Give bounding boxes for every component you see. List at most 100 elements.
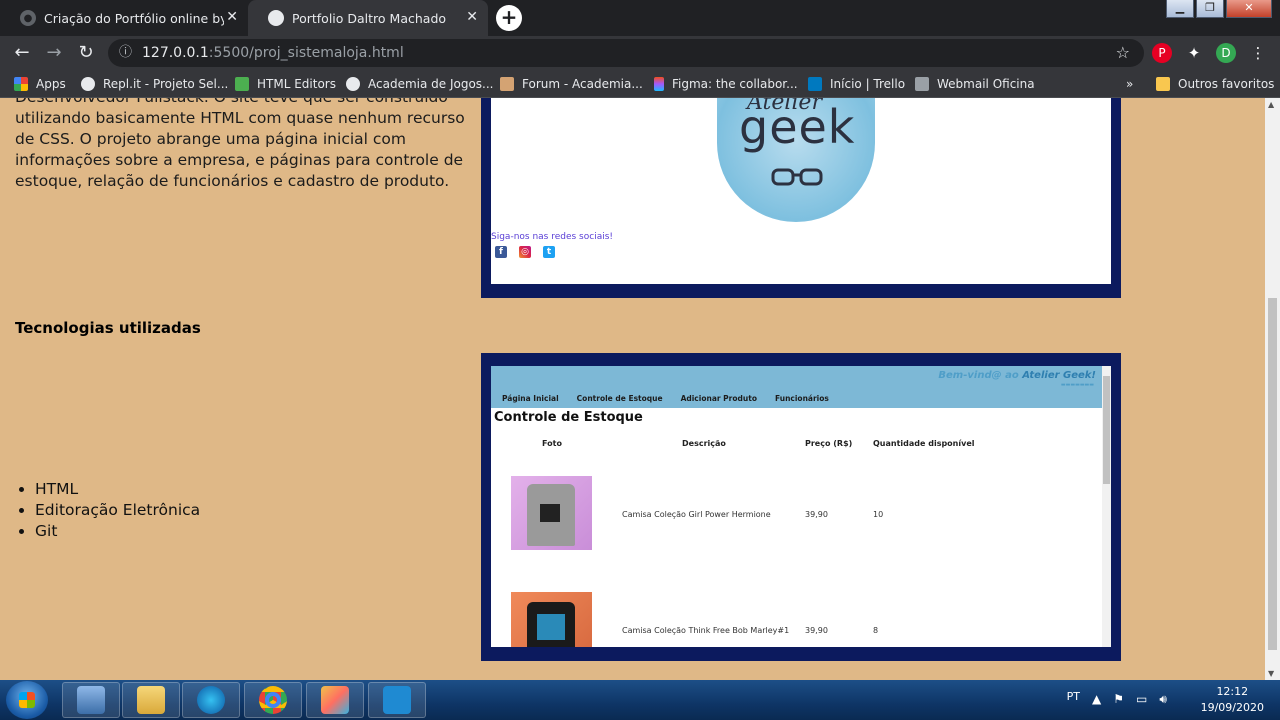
tab-portfolio[interactable]: Portfolio Daltro Machado ✕: [248, 0, 488, 36]
pinterest-icon[interactable]: P: [1152, 43, 1172, 63]
list-item: Editoração Eletrônica: [35, 500, 200, 521]
volume-icon[interactable]: 🔊︎: [1159, 692, 1167, 707]
network-icon[interactable]: ▭: [1136, 692, 1147, 707]
scroll-up-icon[interactable]: ▲: [1268, 100, 1274, 109]
info-icon[interactable]: ⓘ: [119, 39, 132, 67]
window-controls: ▁ ❐ ✕: [1164, 0, 1272, 18]
welcome-brand: Atelier Geek!: [1022, 370, 1096, 381]
nav-link[interactable]: Controle de Estoque: [577, 394, 663, 403]
preview-stock-frame: Bem-vind@ ao Atelier Geek! ▬▬▬▬▬▬▬ Págin…: [481, 353, 1121, 661]
table-header: Foto: [542, 439, 562, 448]
bookmarks-bar: Apps Repl.it - Projeto Sel... HTML Edito…: [0, 70, 1280, 98]
logo-text-main: geek: [739, 100, 856, 154]
url-host: 127.0.0.1: [142, 45, 209, 61]
app-icon: [321, 686, 349, 714]
new-tab-button[interactable]: +: [496, 5, 522, 31]
table-cell: Camisa Coleção Think Free Bob Marley#1: [622, 626, 790, 635]
nav-link[interactable]: Adicionar Produto: [681, 394, 757, 403]
globe-icon: [268, 10, 284, 26]
taskbar-app-remote[interactable]: [62, 682, 120, 718]
windows-logo-icon: [19, 692, 35, 708]
start-button[interactable]: [6, 681, 48, 719]
reload-button[interactable]: ↻: [74, 41, 98, 65]
bookmark-apps[interactable]: Apps: [14, 75, 66, 93]
stock-heading: Controle de Estoque: [494, 410, 643, 425]
nav-link[interactable]: Página Inicial: [502, 394, 559, 403]
minimize-button[interactable]: ▁: [1166, 0, 1194, 18]
tray-icons: ▲ ⚑ ▭ 🔊︎: [1092, 692, 1167, 707]
taskbar-app-chrome[interactable]: [244, 682, 302, 718]
taskbar-app-vscode[interactable]: [368, 682, 426, 718]
tech-list: HTML Editoração Eletrônica Git: [35, 479, 200, 542]
tab-github[interactable]: ● Criação do Portfólio online by da ✕: [0, 0, 248, 36]
maximize-button[interactable]: ❐: [1196, 0, 1224, 18]
taskbar-app-explorer[interactable]: [122, 682, 180, 718]
bookmark-webmail[interactable]: Webmail Oficina: [915, 75, 1035, 93]
profile-avatar[interactable]: D: [1216, 43, 1236, 63]
clock-time: 12:12: [1216, 685, 1249, 698]
tab-strip: ● Criação do Portfólio online by da ✕ Po…: [0, 0, 1280, 36]
table-cell: 10: [873, 510, 884, 519]
product-photo: [511, 476, 592, 550]
preview-home-frame: Atelier geek Siga-nos nas redes sociais!…: [481, 98, 1121, 298]
edge-icon: [197, 686, 225, 714]
welcome-text: Bem-vind@ ao Atelier Geek!: [938, 370, 1096, 381]
table-header: Quantidade disponível: [873, 439, 975, 448]
show-hidden-icons[interactable]: ▲: [1092, 692, 1101, 707]
windows-taskbar: PT ▲ ⚑ ▭ 🔊︎ 12:12 19/09/2020: [0, 680, 1280, 720]
forum-icon: [500, 77, 514, 91]
close-tab-icon[interactable]: ✕: [466, 9, 478, 25]
site-header: Bem-vind@ ao Atelier Geek! ▬▬▬▬▬▬▬ Págin…: [491, 366, 1102, 408]
table-header: Preço (R$): [805, 439, 853, 448]
menu-icon[interactable]: ⋮: [1248, 43, 1268, 63]
facebook-icon[interactable]: f: [495, 246, 507, 258]
language-indicator[interactable]: PT: [1067, 690, 1080, 703]
clock[interactable]: 12:12 19/09/2020: [1201, 684, 1264, 716]
bookmark-replit[interactable]: Repl.it - Projeto Sel...: [81, 75, 228, 93]
vscode-icon: [383, 686, 411, 714]
page-scrollbar[interactable]: ▲ ▼: [1265, 98, 1280, 680]
folder-icon: [137, 686, 165, 714]
url-path: :5500/proj_sistemaloja.html: [208, 45, 404, 61]
tab-title: Portfolio Daltro Machado: [292, 10, 447, 26]
taskbar-app-gitkraken[interactable]: [306, 682, 364, 718]
more-bookmarks-icon[interactable]: »: [1126, 75, 1133, 93]
table-cell: 39,90: [805, 626, 828, 635]
extensions-icon[interactable]: ✦: [1184, 43, 1204, 63]
bookmark-label: HTML Editors: [257, 77, 336, 91]
product-photo: [511, 592, 592, 647]
preview-scrollbar[interactable]: [1102, 366, 1111, 647]
bookmark-star-icon[interactable]: ☆: [1116, 39, 1130, 67]
address-bar[interactable]: ⓘ 127.0.0.1:5500/proj_sistemaloja.html ☆: [108, 39, 1144, 67]
table-cell: Camisa Coleção Girl Power Hermione: [622, 510, 771, 519]
back-button[interactable]: ←: [10, 41, 34, 65]
folder-icon: [1156, 77, 1170, 91]
figma-icon: [654, 77, 664, 91]
close-tab-icon[interactable]: ✕: [226, 9, 238, 25]
taskbar-app-edge[interactable]: [182, 682, 240, 718]
browser-toolbar: ← → ↻ ⓘ 127.0.0.1:5500/proj_sistemaloja.…: [0, 36, 1280, 70]
bookmark-figma[interactable]: Figma: the collabor...: [654, 75, 798, 93]
bookmark-trello[interactable]: Início | Trello: [808, 75, 905, 93]
apps-grid-icon: [14, 77, 28, 91]
forward-button[interactable]: →: [42, 41, 66, 65]
glasses-icon: [771, 168, 823, 186]
nav-link[interactable]: Funcionários: [775, 394, 829, 403]
bookmark-academia[interactable]: Academia de Jogos...: [346, 75, 494, 93]
project-description: Desenvolvedor Fullstack. O site teve que…: [15, 98, 465, 190]
bookmark-html-editors[interactable]: HTML Editors: [235, 75, 336, 93]
scroll-down-icon[interactable]: ▼: [1268, 669, 1274, 678]
tab-title: Criação do Portfólio online by da: [44, 10, 224, 26]
page-content: Desenvolvedor Fullstack. O site teve que…: [0, 98, 1265, 680]
close-window-button[interactable]: ✕: [1226, 0, 1272, 18]
computer-icon: [77, 686, 105, 714]
atelier-geek-logo: Atelier geek: [717, 98, 875, 222]
site-nav: Página Inicial Controle de Estoque Adici…: [502, 394, 847, 403]
scroll-thumb[interactable]: [1268, 298, 1277, 650]
action-center-icon[interactable]: ⚑: [1113, 692, 1124, 707]
twitter-icon[interactable]: t: [543, 246, 555, 258]
bookmark-forum[interactable]: Forum - Academia...: [500, 75, 643, 93]
instagram-icon[interactable]: ◎: [519, 246, 531, 258]
bookmark-other[interactable]: Outros favoritos: [1156, 75, 1274, 93]
social-text: Siga-nos nas redes sociais!: [491, 232, 614, 242]
